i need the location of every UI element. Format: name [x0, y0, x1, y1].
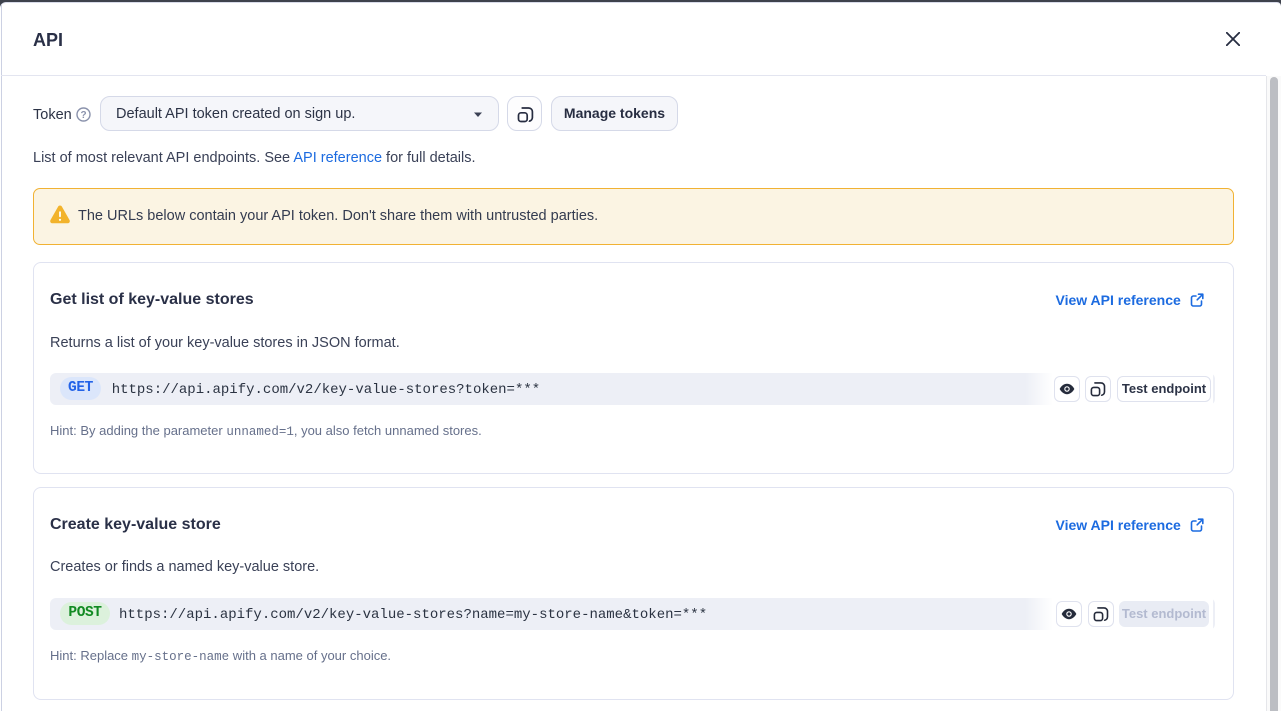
svg-text:?: ?	[80, 110, 86, 121]
